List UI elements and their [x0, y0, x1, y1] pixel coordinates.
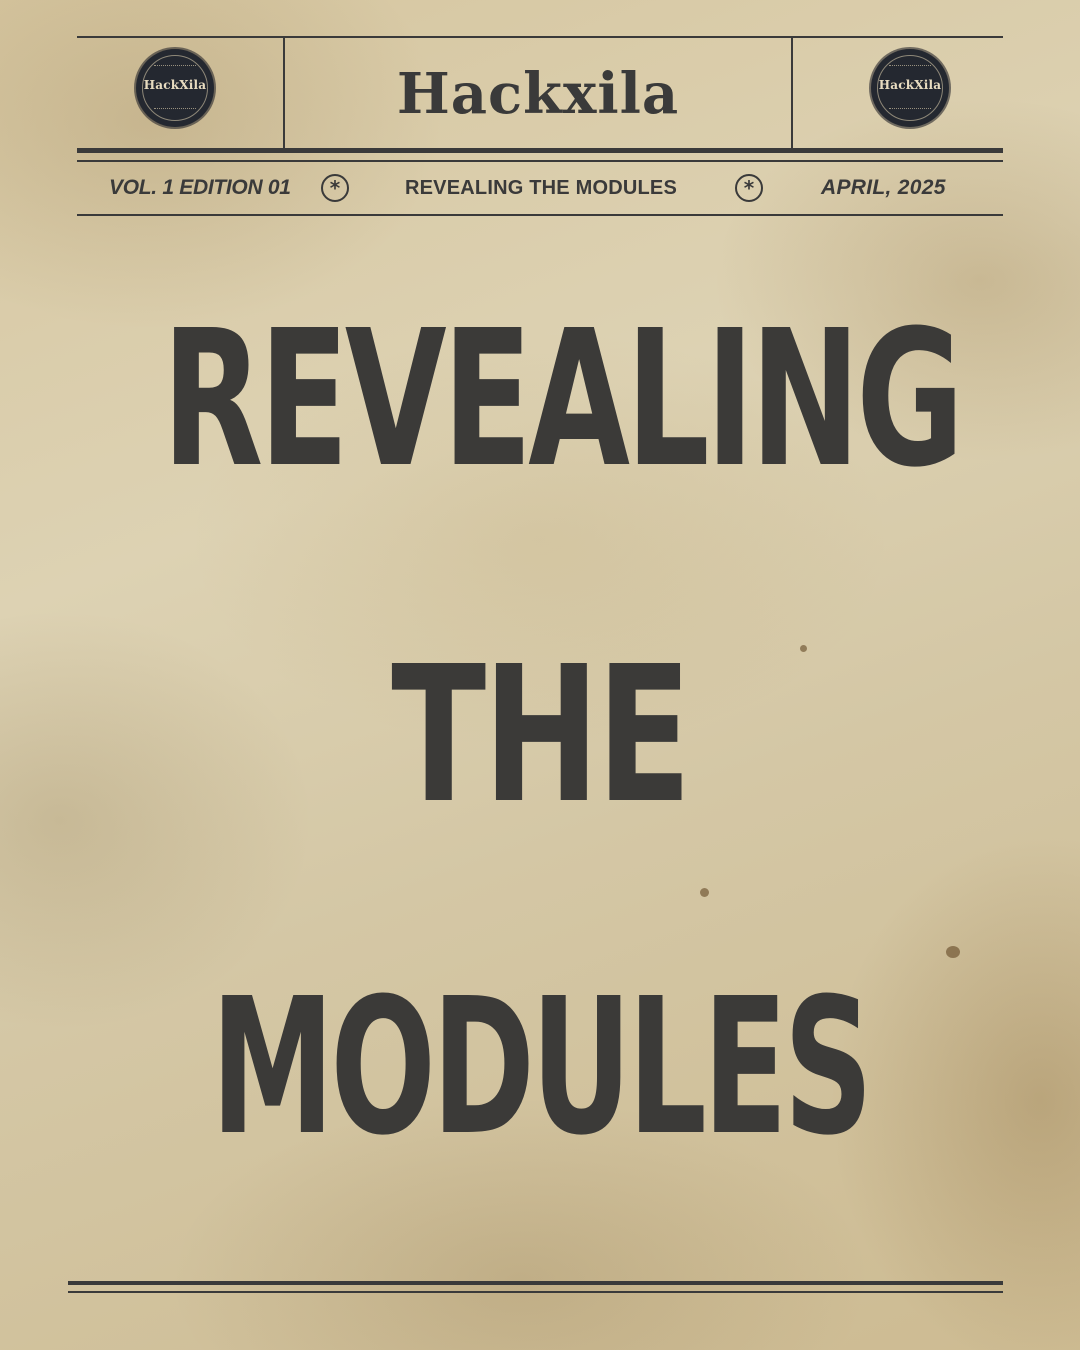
asterisk-circle-icon: *	[735, 174, 763, 202]
seal-decoration	[154, 108, 196, 111]
masthead-divider	[791, 38, 793, 152]
hackxila-seal-logo: HackXila	[136, 49, 214, 127]
masthead-rule	[77, 148, 1003, 153]
issue-topic: REVEALING THE MODULES	[405, 177, 677, 199]
paper-speck	[700, 888, 709, 897]
info-bar: VOL. 1 EDITION 01 * REVEALING THE MODULE…	[77, 160, 1003, 216]
masthead: HackXila Hackxila HackXila	[77, 36, 1003, 152]
seal-text: HackXila	[878, 78, 942, 92]
headline-line-3: MODULES	[210, 958, 873, 1177]
asterisk-circle-icon: *	[321, 174, 349, 202]
issue-date: APRIL, 2025	[821, 176, 946, 199]
seal-decoration	[889, 108, 931, 111]
brand-title: Hackxila	[396, 61, 680, 127]
headline-line-1: REVEALING	[162, 290, 964, 509]
seal-decoration	[889, 65, 931, 68]
paper-speck	[946, 946, 960, 958]
seal-decoration	[154, 65, 196, 68]
hackxila-seal-logo: HackXila	[871, 49, 949, 127]
seal-text: HackXila	[143, 78, 207, 92]
footer-rule	[68, 1291, 1003, 1293]
headline-line-2: THE	[391, 626, 691, 845]
volume-edition: VOL. 1 EDITION 01	[109, 176, 291, 199]
footer-rule	[68, 1281, 1003, 1285]
